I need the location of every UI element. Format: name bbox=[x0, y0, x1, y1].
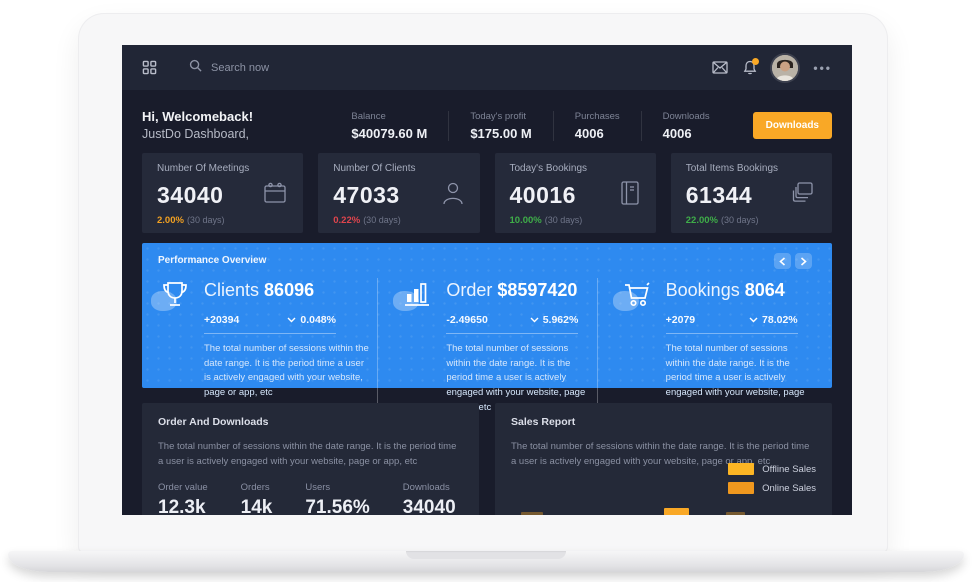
laptop-mockup: ••• Hi, Welcomeback! JustDo Dashboard, B… bbox=[0, 0, 972, 582]
dashboard-screen: ••• Hi, Welcomeback! JustDo Dashboard, B… bbox=[122, 45, 852, 515]
search-bar[interactable] bbox=[189, 59, 331, 77]
header-stat-balance: Balance $40079.60 M bbox=[330, 111, 448, 141]
notification-dot bbox=[752, 58, 759, 65]
laptop-base bbox=[8, 551, 964, 572]
greeting-title: Hi, Welcomeback! bbox=[142, 108, 253, 126]
perf-bookings: Bookings 8064 +2079 78.02% The total num… bbox=[597, 278, 816, 416]
search-icon bbox=[189, 59, 202, 77]
card-clients[interactable]: Number Of Clients 47033 0.22%(30 days) bbox=[318, 153, 479, 233]
stat-order-value: Order value 12.3k bbox=[158, 482, 208, 515]
carousel-prev-button[interactable] bbox=[774, 253, 791, 269]
user-icon bbox=[441, 180, 465, 211]
order-downloads-title: Order And Downloads bbox=[158, 416, 463, 428]
perf-item-title: Clients 86096 bbox=[204, 278, 314, 301]
perf-order: Order $8597420 -2.49650 5.962% The total… bbox=[377, 278, 596, 416]
header-stat-downloads: Downloads 4006 bbox=[641, 111, 731, 141]
sales-bar-chart bbox=[495, 403, 832, 515]
stat-downloads: Downloads 34040 bbox=[403, 482, 456, 515]
chevron-down-icon bbox=[749, 317, 758, 323]
laptop-base-notch bbox=[406, 551, 566, 559]
perf-item-title: Order $8597420 bbox=[446, 278, 577, 301]
performance-title: Performance Overview bbox=[158, 255, 816, 266]
order-downloads-description: The total number of sessions within the … bbox=[158, 439, 463, 469]
greeting-subtitle: JustDo Dashboard, bbox=[142, 126, 253, 143]
layers-icon bbox=[791, 180, 817, 211]
perf-clients: Clients 86096 +20394 0.048% The total nu… bbox=[158, 278, 377, 416]
card-total-items[interactable]: Total Items Bookings 61344 22.00%(30 day… bbox=[671, 153, 832, 233]
search-input[interactable] bbox=[211, 62, 331, 74]
sales-bar bbox=[664, 508, 689, 515]
perf-item-stats: -2.49650 5.962% bbox=[446, 314, 578, 334]
stat-orders: Orders 14k bbox=[241, 482, 273, 515]
header-row: Hi, Welcomeback! JustDo Dashboard, Balan… bbox=[142, 90, 832, 148]
downloads-button[interactable]: Downloads bbox=[753, 112, 832, 139]
bar-chart-icon bbox=[400, 278, 438, 312]
performance-overview-panel: Performance Overview bbox=[142, 243, 832, 388]
card-todays-bookings[interactable]: Today's Bookings 40016 10.00%(30 days) bbox=[495, 153, 656, 233]
order-downloads-panel: Order And Downloads The total number of … bbox=[142, 403, 479, 515]
sales-bar bbox=[726, 512, 745, 515]
carousel-next-button[interactable] bbox=[795, 253, 812, 269]
perf-item-stats: +20394 0.048% bbox=[204, 314, 336, 334]
avatar[interactable] bbox=[772, 55, 798, 81]
perf-item-stats: +2079 78.02% bbox=[666, 314, 798, 334]
sales-report-panel: Sales Report The total number of session… bbox=[495, 403, 832, 515]
trophy-icon bbox=[158, 278, 196, 312]
header-stat-purchases: Purchases 4006 bbox=[553, 111, 641, 141]
topbar: ••• bbox=[122, 45, 852, 90]
perf-item-title: Bookings 8064 bbox=[666, 278, 785, 301]
more-icon[interactable]: ••• bbox=[813, 61, 832, 75]
perf-item-description: The total number of sessions within the … bbox=[204, 342, 373, 401]
header-stat-profit: Today's profit $175.00 M bbox=[448, 111, 552, 141]
stat-users: Users 71.56% bbox=[305, 482, 369, 515]
chevron-down-icon bbox=[287, 317, 296, 323]
card-meetings[interactable]: Number Of Meetings 34040 2.00%(30 days) bbox=[142, 153, 303, 233]
chevron-down-icon bbox=[530, 317, 539, 323]
stat-cards-row: Number Of Meetings 34040 2.00%(30 days) bbox=[142, 153, 832, 233]
sales-bar bbox=[521, 512, 543, 515]
mail-icon[interactable] bbox=[712, 61, 728, 74]
bell-icon[interactable] bbox=[743, 60, 757, 75]
notebook-icon bbox=[619, 180, 641, 211]
grid-icon[interactable] bbox=[142, 60, 157, 75]
calendar-icon bbox=[262, 180, 288, 211]
cart-icon bbox=[620, 278, 658, 312]
